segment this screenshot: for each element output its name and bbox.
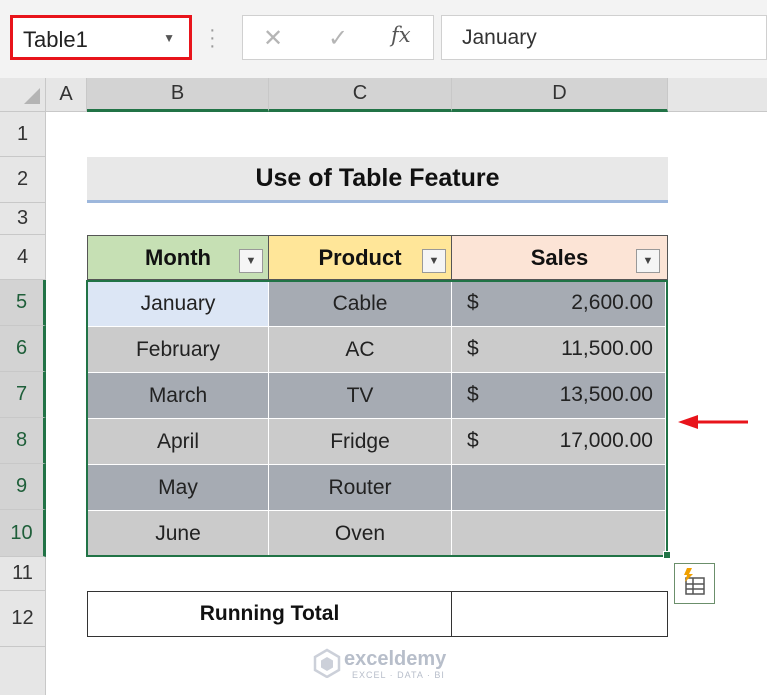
arrow-left-icon	[678, 415, 748, 429]
row-header-10[interactable]: 10	[0, 510, 46, 557]
name-box[interactable]: Table1 ▼	[10, 15, 192, 60]
watermark-name: exceldemy	[344, 648, 447, 670]
filter-dropdown-icon[interactable]: ▼	[636, 249, 660, 273]
column-header-a[interactable]: A	[46, 78, 87, 112]
table-header-month[interactable]: Month ▼	[87, 235, 269, 280]
row-header-1[interactable]: 1	[0, 112, 46, 157]
select-all-icon	[24, 88, 40, 104]
header-label: Product	[318, 244, 402, 270]
column-header-e[interactable]	[668, 78, 767, 112]
column-header-c[interactable]: C	[269, 78, 452, 112]
formula-actions: ✕ ✓ fx	[242, 15, 434, 60]
header-label: Sales	[530, 244, 589, 270]
selection-range-border	[86, 280, 668, 557]
chevron-down-icon[interactable]: ▼	[163, 31, 175, 45]
fill-handle[interactable]	[663, 551, 671, 559]
row-header-7[interactable]: 7	[0, 372, 46, 418]
table-header-sales[interactable]: Sales ▼	[452, 235, 668, 280]
running-total-label[interactable]: Running Total	[87, 591, 452, 637]
row-header-9[interactable]: 9	[0, 464, 46, 510]
enter-icon[interactable]: ✓	[328, 24, 348, 53]
column-header-b[interactable]: B	[87, 78, 269, 112]
insert-function-icon[interactable]: fx	[391, 23, 411, 47]
row-header-2[interactable]: 2	[0, 157, 46, 203]
name-box-value: Table1	[23, 27, 88, 52]
table-header-product[interactable]: Product ▼	[269, 235, 452, 280]
filter-dropdown-icon[interactable]: ▼	[239, 249, 263, 273]
row-header-8[interactable]: 8	[0, 418, 46, 464]
row-header-11[interactable]: 11	[0, 557, 46, 591]
formula-value: January	[462, 26, 537, 49]
sheet-title[interactable]: Use of Table Feature	[87, 157, 668, 203]
row-header-5[interactable]: 5	[0, 280, 46, 326]
row-header-12[interactable]: 12	[0, 591, 46, 647]
filter-dropdown-icon[interactable]: ▼	[422, 249, 446, 273]
column-header-d[interactable]: D	[452, 78, 668, 112]
quick-analysis-icon[interactable]	[674, 563, 715, 604]
header-label: Month	[145, 244, 211, 270]
running-total-value[interactable]	[452, 591, 668, 637]
row-header-4[interactable]: 4	[0, 235, 46, 280]
row-header-3[interactable]: 3	[0, 203, 46, 235]
watermark-tagline: EXCEL · DATA · BI	[352, 670, 445, 680]
more-options-icon[interactable]: · · ·	[209, 20, 216, 56]
row-header-6[interactable]: 6	[0, 326, 46, 372]
row-header-13[interactable]	[0, 647, 46, 695]
formula-input[interactable]: January	[441, 15, 767, 60]
exceldemy-logo-icon	[313, 648, 341, 678]
cancel-icon[interactable]: ✕	[263, 24, 283, 53]
